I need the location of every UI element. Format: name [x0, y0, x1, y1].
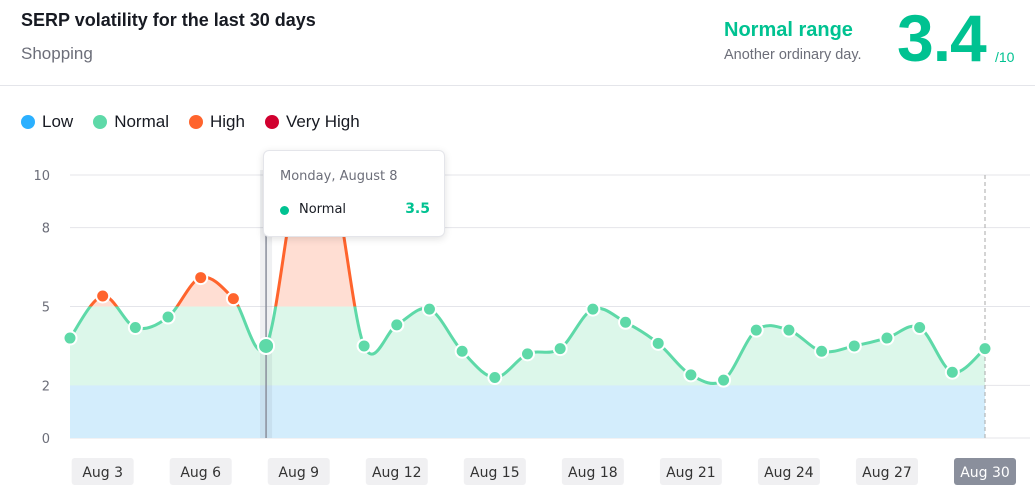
data-point[interactable] — [781, 322, 797, 338]
data-point[interactable] — [389, 317, 405, 333]
x-tick-label: Aug 12 — [372, 465, 422, 481]
y-tick-label: 2 — [42, 379, 50, 394]
tooltip-date: Monday, August 8 — [280, 169, 398, 184]
data-point[interactable] — [127, 320, 143, 336]
y-tick-label: 5 — [42, 301, 50, 316]
data-point[interactable] — [912, 320, 928, 336]
data-point[interactable] — [225, 291, 241, 307]
data-point[interactable] — [454, 343, 470, 359]
x-tick-label: Aug 3 — [82, 465, 123, 481]
low-band — [70, 385, 985, 438]
tooltip-value: 3.5 — [405, 201, 430, 217]
x-tick-label: Aug 30 — [960, 465, 1010, 481]
y-tick-label: 8 — [42, 222, 50, 237]
volatility-chart[interactable]: 0 2 5 8 10 Aug 3 Aug 6 Aug 9 Aug 12 Aug 15 Aug 18 A… — [0, 0, 1035, 501]
data-point[interactable] — [683, 367, 699, 383]
data-point[interactable] — [585, 301, 601, 317]
data-point[interactable] — [846, 338, 862, 354]
data-point[interactable] — [520, 346, 535, 362]
data-point[interactable] — [944, 364, 960, 380]
data-point[interactable] — [814, 343, 830, 359]
x-tick-label: Aug 27 — [862, 465, 912, 481]
data-point[interactable] — [62, 330, 78, 346]
data-point[interactable] — [879, 330, 895, 346]
data-point[interactable] — [618, 314, 634, 330]
tooltip-dot-icon — [280, 206, 289, 215]
data-point[interactable] — [356, 338, 372, 354]
data-point[interactable] — [160, 309, 176, 325]
x-tick-label: Aug 21 — [666, 465, 716, 481]
data-point[interactable] — [716, 372, 732, 388]
data-point[interactable] — [487, 370, 503, 386]
y-tick-label: 10 — [33, 169, 50, 184]
x-tick-label: Aug 9 — [278, 465, 319, 481]
data-point[interactable] — [977, 341, 993, 357]
data-point[interactable] — [748, 322, 764, 338]
tooltip-category: Normal — [299, 202, 347, 217]
data-point[interactable] — [257, 336, 276, 355]
y-tick-label: 0 — [42, 432, 50, 447]
chart-tooltip: Monday, August 8 Normal 3.5 — [263, 150, 445, 237]
data-point[interactable] — [552, 341, 568, 357]
x-tick-label: Aug 24 — [764, 465, 814, 481]
data-point[interactable] — [193, 270, 209, 286]
data-point[interactable] — [421, 301, 437, 317]
x-tick-label: Aug 18 — [568, 465, 618, 481]
x-tick-label: Aug 6 — [180, 465, 221, 481]
x-tick-label: Aug 15 — [470, 465, 520, 481]
data-point[interactable] — [95, 288, 111, 304]
data-point[interactable] — [650, 335, 666, 351]
